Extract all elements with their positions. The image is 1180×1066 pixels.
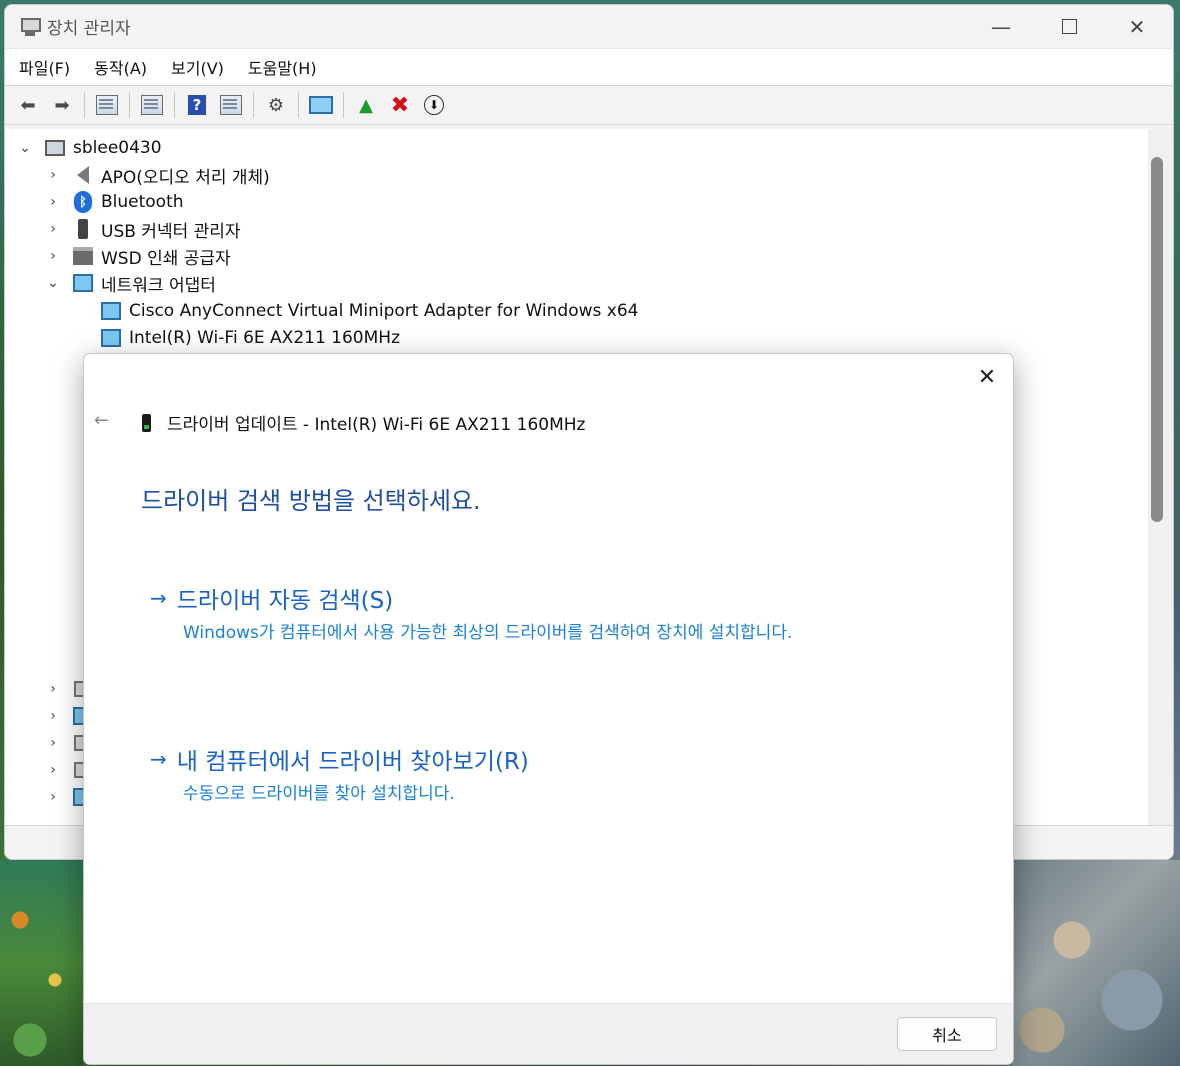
tree-node-label: 네트워크 어댑터 — [101, 275, 216, 296]
option-browse-computer[interactable]: → 내 컴퓨터에서 드라이버 찾아보기(R) 수동으로 드라이버를 찾아 설치합… — [150, 742, 843, 806]
chevron-down-icon[interactable]: ⌄ — [45, 275, 61, 291]
usb-icon — [73, 219, 93, 239]
tree-node-usb-connector[interactable]: › USB 커넥터 관리자 — [45, 216, 241, 242]
desktop-wallpaper-left — [0, 860, 83, 1066]
chevron-right-icon[interactable]: › — [45, 194, 61, 210]
chevron-right-icon[interactable]: › — [45, 708, 61, 724]
arrow-right-icon: → — [150, 747, 167, 771]
properties-sheet-icon[interactable] — [138, 91, 166, 119]
option-auto-title[interactable]: → 드라이버 자동 검색(S) — [150, 581, 843, 615]
tree-node-bluetooth[interactable]: › ᛒ Bluetooth — [45, 189, 184, 215]
tree-node-network-adapters[interactable]: ⌄ 네트워크 어댑터 — [45, 270, 216, 296]
scrollbar-thumb[interactable] — [1151, 157, 1163, 522]
menu-action[interactable]: 동작(A) — [94, 55, 147, 79]
view-icon[interactable] — [217, 91, 245, 119]
tree-child-intel-wifi[interactable]: Intel(R) Wi-Fi 6E AX211 160MHz — [101, 325, 400, 351]
tree-child-label: Intel(R) Wi-Fi 6E AX211 160MHz — [129, 328, 400, 348]
tree-child-label: Cisco AnyConnect Virtual Miniport Adapte… — [129, 301, 639, 321]
bluetooth-icon: ᛒ — [73, 191, 93, 213]
tree-node-label: USB 커넥터 관리자 — [101, 221, 241, 242]
network-adapter-icon — [142, 413, 151, 432]
chevron-right-icon[interactable]: › — [45, 248, 61, 264]
dialog-header-text: 드라이버 업데이트 - Intel(R) Wi-Fi 6E AX211 160M… — [167, 415, 586, 435]
chevron-right-icon[interactable]: › — [45, 221, 61, 237]
option-auto-search[interactable]: → 드라이버 자동 검색(S) Windows가 컴퓨터에서 사용 가능한 최상… — [150, 581, 843, 645]
toolbar-separator — [253, 92, 254, 118]
tree-root[interactable]: ⌄ sblee0430 — [17, 135, 162, 161]
toolbar-separator — [84, 92, 85, 118]
option-browse-label[interactable]: 내 컴퓨터에서 드라이버 찾아보기(R) — [177, 742, 529, 776]
network-icon — [73, 273, 93, 293]
monitor-icon[interactable] — [307, 91, 335, 119]
download-circle-icon[interactable]: ⬇ — [420, 91, 448, 119]
window-title: 장치 관리자 — [47, 19, 131, 39]
chevron-right-icon[interactable]: › — [45, 681, 61, 697]
tree-node-apo[interactable]: › APO(오디오 처리 개체) — [45, 162, 270, 188]
help-icon[interactable]: ? — [183, 91, 211, 119]
minimize-button[interactable]: — — [967, 5, 1035, 48]
update-driver-icon[interactable]: ▲ — [352, 91, 380, 119]
scan-hardware-icon[interactable]: ⚙ — [262, 91, 290, 119]
dialog-close-button[interactable]: ✕ — [972, 362, 1002, 392]
maximize-icon — [1061, 19, 1077, 34]
menu-file[interactable]: 파일(F) — [19, 55, 70, 79]
cancel-button[interactable]: 취소 — [897, 1017, 997, 1051]
close-button[interactable]: ✕ — [1103, 5, 1171, 48]
dialog-question: 드라이버 검색 방법을 선택하세요. — [141, 487, 481, 515]
toolbar: ⬅ ➡ ? ⚙ ▲ ✖ ⬇ — [5, 85, 1173, 125]
toolbar-separator — [298, 92, 299, 118]
tree-root-label: sblee0430 — [73, 138, 162, 158]
tree-node-wsd-print[interactable]: › WSD 인쇄 공급자 — [45, 243, 231, 269]
printer-icon — [73, 246, 93, 266]
back-arrow-icon[interactable]: ⬅ — [14, 91, 42, 119]
properties-grid-icon[interactable] — [93, 91, 121, 119]
menu-view[interactable]: 보기(V) — [171, 55, 224, 79]
forward-arrow-icon[interactable]: ➡ — [48, 91, 76, 119]
chevron-right-icon[interactable]: › — [45, 735, 61, 751]
chevron-right-icon[interactable]: › — [45, 167, 61, 183]
chevron-down-icon[interactable]: ⌄ — [17, 140, 33, 156]
option-auto-label[interactable]: 드라이버 자동 검색(S) — [177, 581, 393, 615]
menu-bar: 파일(F) 동작(A) 보기(V) 도움말(H) — [5, 48, 1173, 85]
toolbar-separator — [129, 92, 130, 118]
dialog-header: 드라이버 업데이트 - Intel(R) Wi-Fi 6E AX211 160M… — [142, 410, 585, 435]
tree-node-label: Bluetooth — [101, 192, 184, 212]
maximize-button[interactable] — [1035, 5, 1103, 48]
option-browse-desc: 수동으로 드라이버를 찾아 설치합니다. — [183, 784, 455, 804]
tree-child-cisco[interactable]: Cisco AnyConnect Virtual Miniport Adapte… — [101, 298, 638, 324]
dialog-footer — [84, 1003, 1013, 1064]
network-adapter-disabled-icon — [101, 301, 121, 321]
option-browse-title[interactable]: → 내 컴퓨터에서 드라이버 찾아보기(R) — [150, 742, 843, 776]
network-adapter-icon — [101, 328, 121, 348]
toolbar-separator — [343, 92, 344, 118]
chevron-right-icon[interactable]: › — [45, 789, 61, 805]
update-driver-dialog: ✕ ← 드라이버 업데이트 - Intel(R) Wi-Fi 6E AX211 … — [83, 353, 1014, 1065]
desktop-wallpaper-right — [1012, 860, 1180, 1066]
option-auto-desc: Windows가 컴퓨터에서 사용 가능한 최상의 드라이버를 검색하여 장치에… — [183, 623, 793, 643]
device-manager-icon — [19, 16, 41, 38]
back-arrow-icon[interactable]: ← — [94, 410, 109, 431]
toolbar-separator — [174, 92, 175, 118]
computer-icon — [45, 138, 65, 158]
arrow-right-icon: → — [150, 586, 167, 610]
chevron-right-icon[interactable]: › — [45, 762, 61, 778]
speaker-icon — [73, 165, 93, 185]
uninstall-x-icon[interactable]: ✖ — [386, 91, 414, 119]
menu-help[interactable]: 도움말(H) — [248, 55, 317, 79]
tree-node-label: APO(오디오 처리 개체) — [101, 167, 270, 188]
tree-node-label: WSD 인쇄 공급자 — [101, 248, 231, 269]
title-bar: 장치 관리자 — ✕ — [5, 5, 1173, 48]
